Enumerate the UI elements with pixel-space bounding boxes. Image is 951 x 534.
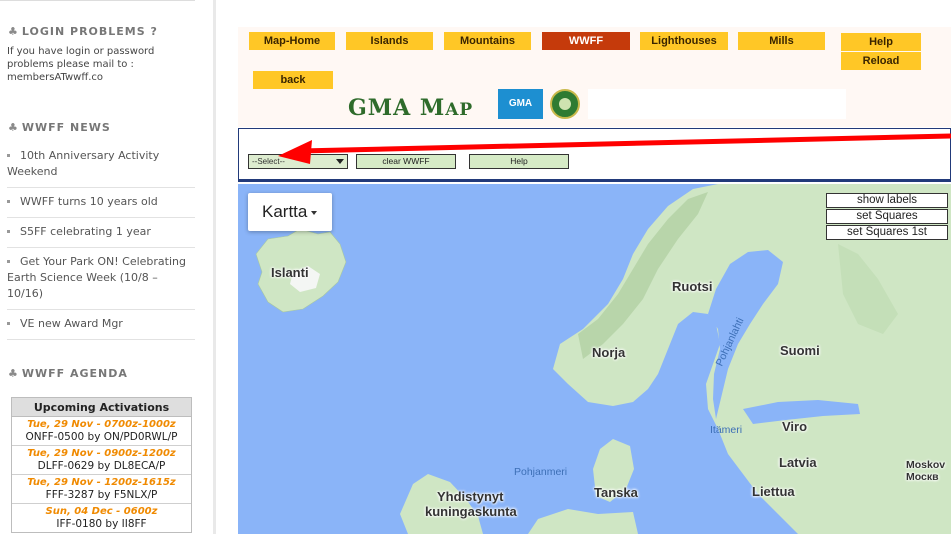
news-list: 10th Anniversary Activity Weekend WWFF t…: [7, 140, 195, 340]
map-label-norja: Norja: [592, 345, 626, 360]
bullet-icon: [7, 321, 10, 325]
agenda-activation: IFF-0180 by II8FF: [56, 518, 147, 530]
news-item[interactable]: VE new Award Mgr: [7, 310, 195, 340]
nav-map-home-button[interactable]: Map-Home: [249, 32, 335, 50]
login-problems-title: LOGIN PROBLEMS ?: [21, 25, 158, 38]
news-link[interactable]: VE new Award Mgr: [20, 317, 123, 330]
map-label-moskova: Moskov: [906, 459, 946, 471]
gma-map-title: GMA MAP: [348, 95, 473, 121]
bullet-icon: [7, 229, 10, 233]
gma-logo[interactable]: GMA: [498, 89, 543, 119]
nav-wwff-button[interactable]: WWFF: [542, 32, 630, 50]
nav-help-button[interactable]: Help: [841, 33, 921, 51]
agenda-activation: FFF-3287 by F5NLX/P: [45, 489, 158, 501]
nav-back-button[interactable]: back: [253, 71, 333, 89]
agenda-item[interactable]: Tue, 29 Nov - 1200z-1615z FFF-3287 by F5…: [12, 475, 191, 504]
wwff-news-heading: ♣ WWFF NEWS: [8, 121, 111, 134]
map-label-viro: Viro: [782, 419, 808, 434]
sidebar-scrollbar[interactable]: [213, 0, 216, 534]
main-area: Map-Home Islands Mountains WWFF Lighthou…: [238, 0, 951, 534]
club-icon: ♣: [8, 121, 19, 134]
agenda-table-title: Upcoming Activations: [12, 398, 191, 417]
wwff-agenda-heading: ♣ WWFF AGENDA: [8, 367, 128, 380]
agenda-activation: ONFF-0500 by ON/PD0RWL/P: [25, 431, 178, 443]
map-label-pohjanmeri: Pohjanmeri: [514, 466, 568, 478]
agenda-time: Tue, 29 Nov - 0700z-1000z: [27, 419, 176, 430]
news-item[interactable]: S5FF celebrating 1 year: [7, 218, 195, 248]
map-label-yhdistynyt: Yhdistynyt: [437, 489, 504, 504]
club-icon: ♣: [8, 25, 19, 38]
wwff-logo[interactable]: [550, 89, 580, 119]
set-squares-button[interactable]: set Squares: [826, 209, 948, 224]
news-item[interactable]: WWFF turns 10 years old: [7, 188, 195, 218]
news-link[interactable]: S5FF celebrating 1 year: [20, 225, 151, 238]
red-arrow-annotation: [278, 133, 951, 164]
map-type-dropdown[interactable]: Kartta: [248, 193, 332, 231]
news-item[interactable]: Get Your Park ON! Celebrating Earth Scie…: [7, 248, 195, 310]
agenda-table: Upcoming Activations Tue, 29 Nov - 0700z…: [11, 397, 192, 533]
news-link[interactable]: 10th Anniversary Activity Weekend: [7, 149, 159, 178]
dropdown-icon: [311, 210, 318, 215]
agenda-time: Tue, 29 Nov - 1200z-1615z: [27, 477, 176, 488]
agenda-item[interactable]: Sun, 04 Dec - 0600z IFF-0180 by II8FF: [12, 504, 191, 532]
bullet-icon: [7, 199, 10, 203]
gma-logo-text: GMA: [508, 98, 533, 109]
map-label-islanti: Islanti: [271, 265, 309, 280]
map-label-tanska: Tanska: [594, 485, 638, 500]
login-problems-heading: ♣ LOGIN PROBLEMS ?: [8, 25, 158, 38]
map-label-moskova-cyrillic: Москв: [906, 471, 939, 483]
title-main: GMA M: [348, 95, 446, 121]
map-label-kuningaskunta: kuningaskunta: [425, 504, 517, 519]
agenda-time: Tue, 29 Nov - 0900z-1200z: [27, 448, 176, 459]
wwff-news-title: WWFF NEWS: [21, 121, 111, 134]
map-canvas[interactable]: Kartta show labels set Squares set Squar…: [238, 184, 951, 534]
divider: [0, 0, 195, 1]
agenda-item[interactable]: Tue, 29 Nov - 0700z-1000z ONFF-0500 by O…: [12, 417, 191, 446]
club-icon: ♣: [8, 367, 19, 380]
nav-lighthouses-button[interactable]: Lighthouses: [640, 32, 728, 50]
agenda-activation: DLFF-0629 by DL8ECA/P: [37, 460, 166, 472]
arrow-head: [278, 140, 312, 164]
nav-mountains-button[interactable]: Mountains: [444, 32, 531, 50]
set-squares-first-button[interactable]: set Squares 1st: [826, 225, 948, 240]
title-small: AP: [445, 100, 474, 120]
map-type-label: Kartta: [262, 202, 308, 221]
map-label-latvia: Latvia: [779, 455, 817, 470]
login-help-text: If you have login or password problems p…: [7, 46, 155, 83]
map-label-liettua: Liettua: [752, 484, 795, 499]
wwff-agenda-title: WWFF AGENDA: [21, 367, 128, 380]
nav-islands-button[interactable]: Islands: [346, 32, 433, 50]
header-banner: [588, 89, 846, 119]
agenda-item[interactable]: Tue, 29 Nov - 0900z-1200z DLFF-0629 by D…: [12, 446, 191, 475]
news-link[interactable]: WWFF turns 10 years old: [20, 195, 158, 208]
news-item[interactable]: 10th Anniversary Activity Weekend: [7, 140, 195, 188]
europe-landmass: [528, 509, 638, 534]
map-label-ruotsi: Ruotsi: [672, 279, 713, 294]
map-label-suomi: Suomi: [780, 343, 820, 358]
show-labels-button[interactable]: show labels: [826, 193, 948, 208]
map-label-itameri: Itämeri: [710, 424, 743, 436]
bullet-icon: [7, 153, 10, 157]
arrow-shaft: [299, 133, 951, 154]
agenda-time: Sun, 04 Dec - 0600z: [45, 506, 158, 517]
bullet-icon: [7, 259, 10, 263]
nav-mills-button[interactable]: Mills: [738, 32, 825, 50]
news-link[interactable]: Get Your Park ON! Celebrating Earth Scie…: [7, 255, 186, 300]
sidebar: ♣ LOGIN PROBLEMS ? If you have login or p…: [0, 0, 216, 534]
nav-reload-button[interactable]: Reload: [841, 52, 921, 70]
